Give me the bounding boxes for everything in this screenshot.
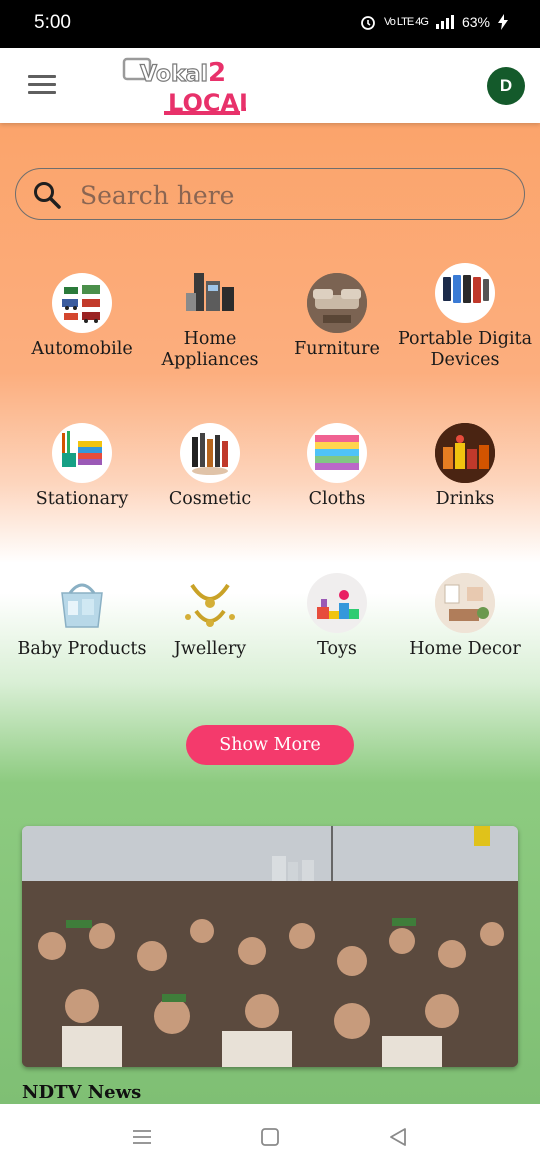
cloths-icon (307, 423, 367, 483)
status-time: 5:00 (34, 12, 71, 33)
hamburger-menu-icon[interactable] (28, 75, 56, 95)
search-icon (34, 182, 61, 209)
category-label: Stationary (35, 489, 129, 509)
svg-text:Vokal: Vokal (140, 62, 208, 87)
baby-products-icon (52, 573, 112, 633)
category-home-decor[interactable]: Home Decor (400, 573, 530, 660)
category-portable-digital-devices[interactable]: Portable Digita Devices (397, 263, 533, 371)
home-icon[interactable] (258, 1126, 282, 1148)
drinks-icon (435, 423, 495, 483)
category-automobile[interactable]: Automobile (17, 273, 147, 360)
home-decor-icon (435, 573, 495, 633)
main-content: Automobile Home Appliances Furniture (0, 123, 540, 1104)
status-bar: 5:00 Vo LTE 4G 63% (0, 0, 540, 48)
charging-icon (498, 14, 508, 30)
vokal2local-logo: Vokal 2 LOCAL (122, 57, 246, 117)
crowd-photo (22, 826, 518, 1067)
category-toys[interactable]: Toys (272, 573, 402, 660)
category-stationary[interactable]: Stationary (17, 423, 147, 510)
category-drinks[interactable]: Drinks (400, 423, 530, 510)
category-label: Automobile (31, 339, 133, 359)
alarm-icon (361, 16, 375, 30)
search-input[interactable] (80, 177, 500, 213)
status-icons: Vo LTE 4G 63% (360, 14, 508, 30)
category-label: Baby Products (17, 639, 147, 659)
user-avatar[interactable]: D (487, 67, 525, 105)
system-nav-bar (0, 1104, 540, 1170)
furniture-icon (307, 273, 367, 333)
stationary-icon (52, 423, 112, 483)
category-label: Cosmetic (168, 489, 252, 509)
category-label: Drinks (435, 489, 495, 509)
category-label: Home Appliances (161, 329, 259, 370)
jewellery-icon (180, 573, 240, 633)
category-cosmetic[interactable]: Cosmetic (145, 423, 275, 510)
category-jewellery[interactable]: Jwellery (145, 573, 275, 660)
news-image-card[interactable] (22, 826, 518, 1067)
toys-icon (307, 573, 367, 633)
category-furniture[interactable]: Furniture (272, 273, 402, 360)
network-label: Vo LTE 4G (383, 16, 429, 28)
signal-icon (435, 15, 454, 29)
home-appliances-icon (180, 263, 240, 323)
search-bar[interactable] (15, 168, 525, 220)
portable-devices-icon (435, 263, 495, 323)
category-home-appliances[interactable]: Home Appliances (145, 263, 275, 371)
category-label: Cloths (308, 489, 366, 509)
category-label: Home Decor (409, 639, 521, 659)
category-label: Furniture (294, 339, 380, 359)
back-icon[interactable] (386, 1126, 410, 1148)
category-label: Toys (317, 639, 357, 659)
cosmetic-icon (180, 423, 240, 483)
show-more-button[interactable]: Show More (186, 725, 354, 765)
category-cloths[interactable]: Cloths (272, 423, 402, 510)
category-label: Jwellery (173, 639, 247, 659)
app-header: Vokal 2 LOCAL D (0, 48, 540, 123)
recent-apps-icon[interactable] (130, 1126, 154, 1148)
category-label: Portable Digita Devices (397, 329, 533, 370)
svg-text:2: 2 (208, 58, 226, 88)
automobile-icon (52, 273, 112, 333)
news-source-title: NDTV News (22, 1082, 142, 1103)
category-baby-products[interactable]: Baby Products (17, 573, 147, 660)
battery-percent: 63% (461, 14, 490, 30)
